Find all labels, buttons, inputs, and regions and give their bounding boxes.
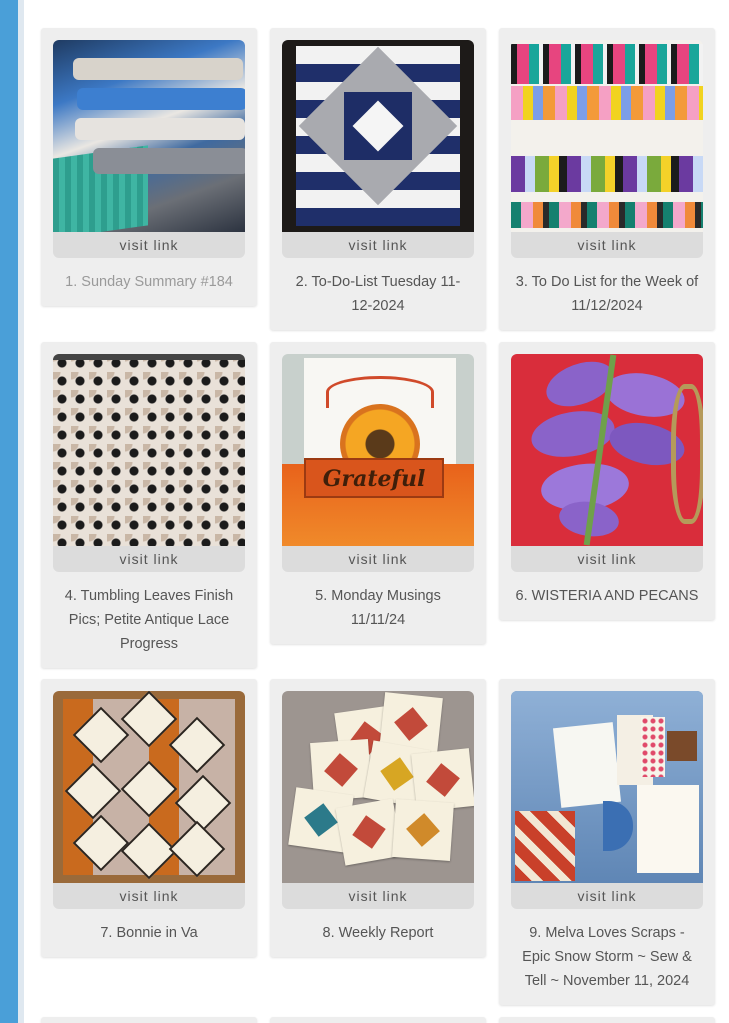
thumbnail-sampler-blocks[interactable] [511,40,703,232]
card-title[interactable]: 6. WISTERIA AND PECANS [511,572,703,620]
card-title[interactable]: 7. Bonnie in Va [53,909,245,957]
visit-link-button[interactable]: visit link [282,546,474,572]
thumbnail-tumbling-leaves[interactable] [53,354,245,546]
link-card-1[interactable]: visit link 1. Sunday Summary #184 [41,28,257,306]
thumbnail-quilt-stack[interactable] [53,40,245,232]
card-title[interactable]: 2. To-Do-List Tuesday 11-12-2024 [282,258,474,330]
visit-link-button[interactable]: visit link [511,883,703,909]
thumbnail-star-blocks[interactable] [282,691,474,883]
card-title[interactable]: 9. Melva Loves Scraps - Epic Snow Storm … [511,909,703,1005]
left-divider [18,0,24,1023]
thumbnail-wisteria-applique[interactable] [511,354,703,546]
visit-link-button[interactable]: visit link [282,883,474,909]
visit-link-button[interactable]: visit link [53,883,245,909]
link-card-7[interactable]: visit link 7. Bonnie in Va [41,679,257,957]
thumbnail-grateful-pillow[interactable]: Grateful [282,354,474,546]
visit-link-button[interactable]: visit link [53,546,245,572]
link-card-8[interactable]: visit link 8. Weekly Report [270,679,486,957]
thumbnail-applique-quilt[interactable] [53,691,245,883]
card-title[interactable]: 5. Monday Musings 11/11/24 [282,572,474,644]
link-card-2[interactable]: visit link 2. To-Do-List Tuesday 11-12-2… [270,28,486,330]
left-accent-bar [0,0,18,1023]
visit-link-button[interactable]: visit link [511,546,703,572]
card-title[interactable]: 3. To Do List for the Week of 11/12/2024 [511,258,703,330]
card-title[interactable]: 8. Weekly Report [282,909,474,957]
link-card-12[interactable] [499,1017,715,1023]
card-title[interactable]: 4. Tumbling Leaves Finish Pics; Petite A… [53,572,245,668]
thumbnail-star-quilt[interactable] [282,40,474,232]
visit-link-button[interactable]: visit link [511,232,703,258]
link-card-11[interactable] [270,1017,486,1023]
visit-link-button[interactable]: visit link [282,232,474,258]
grateful-embroidery: Grateful [322,466,426,492]
link-card-3[interactable]: visit link 3. To Do List for the Week of… [499,28,715,330]
link-card-10[interactable] [41,1017,257,1023]
link-card-9[interactable]: visit link 9. Melva Loves Scraps - Epic … [499,679,715,1005]
thumbnail-scrap-patterns[interactable] [511,691,703,883]
link-card-5[interactable]: Grateful visit link 5. Monday Musings 11… [270,342,486,644]
link-card-4[interactable]: visit link 4. Tumbling Leaves Finish Pic… [41,342,257,668]
link-card-6[interactable]: visit link 6. WISTERIA AND PECANS [499,342,715,620]
visit-link-button[interactable]: visit link [53,232,245,258]
card-title[interactable]: 1. Sunday Summary #184 [53,258,245,306]
